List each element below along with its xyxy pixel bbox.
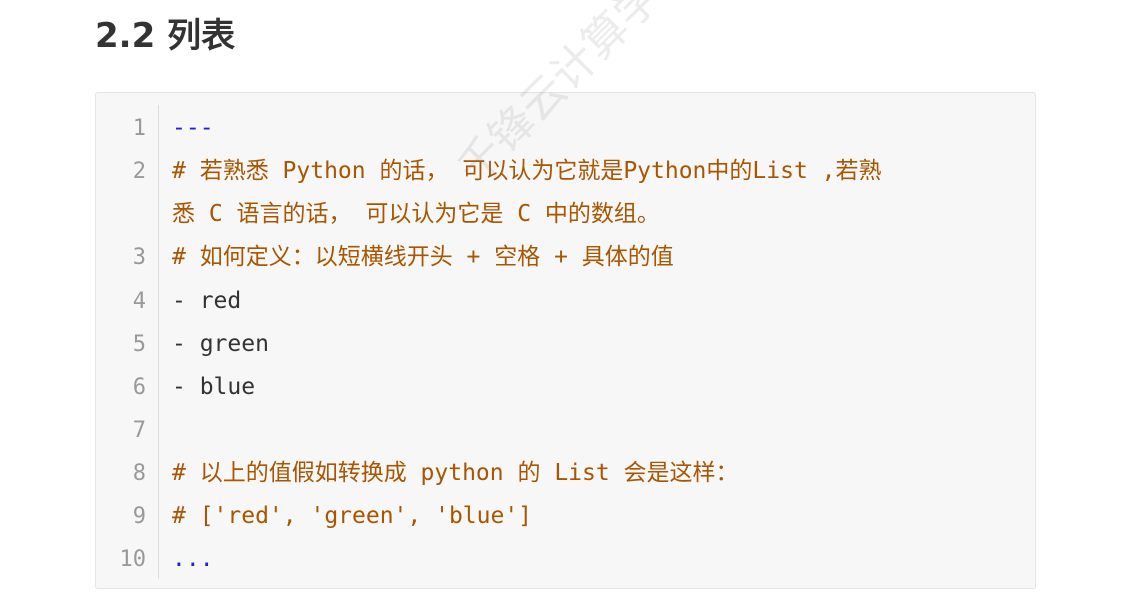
code-line-wrapped: 悉 C 语言的话， 可以认为它是 C 中的数组。 — [96, 193, 1035, 236]
code-line: 7 — [96, 409, 1035, 452]
line-number: 8 — [132, 461, 146, 486]
line-number: 7 — [132, 418, 146, 443]
line-number: 6 — [132, 375, 146, 400]
code-line: 1 --- — [96, 107, 1035, 150]
line-number: 9 — [132, 504, 146, 529]
code-text: # 如何定义：以短横线开头 + 空格 + 具体的值 — [172, 244, 674, 270]
code-text: # 若熟悉 Python 的话， 可以认为它就是Python中的List ,若熟 — [172, 158, 882, 184]
code-line: 6 - blue — [96, 366, 1035, 409]
code-text: - blue — [172, 374, 256, 400]
code-line: 9 # ['red', 'green', 'blue'] — [96, 495, 1035, 538]
code-line: 3 # 如何定义：以短横线开头 + 空格 + 具体的值 — [96, 236, 1035, 279]
code-text: --- — [172, 115, 214, 141]
code-text: - red — [172, 288, 242, 314]
line-number: 5 — [132, 332, 146, 357]
line-number: 3 — [132, 245, 146, 270]
section-heading: 2.2 列表 — [95, 16, 236, 56]
line-number: 4 — [132, 289, 146, 314]
line-number: 1 — [132, 116, 146, 141]
code-line: 2 # 若熟悉 Python 的话， 可以认为它就是Python中的List ,… — [96, 150, 1035, 193]
code-text: # ['red', 'green', 'blue'] — [172, 503, 533, 529]
code-text: 悉 C 语言的话， 可以认为它是 C 中的数组。 — [172, 201, 660, 227]
code-text: - green — [172, 331, 269, 357]
code-line: 10 ... — [96, 538, 1035, 581]
line-number: 10 — [119, 547, 147, 572]
code-text: ... — [172, 546, 214, 572]
line-number: 2 — [132, 159, 146, 184]
code-line: 5 - green — [96, 323, 1035, 366]
code-block: 1 --- 2 # 若熟悉 Python 的话， 可以认为它就是Python中的… — [95, 92, 1036, 589]
code-line: 4 - red — [96, 280, 1035, 323]
code-text: # 以上的值假如转换成 python 的 List 会是这样： — [172, 460, 739, 486]
code-line: 8 # 以上的值假如转换成 python 的 List 会是这样： — [96, 452, 1035, 495]
